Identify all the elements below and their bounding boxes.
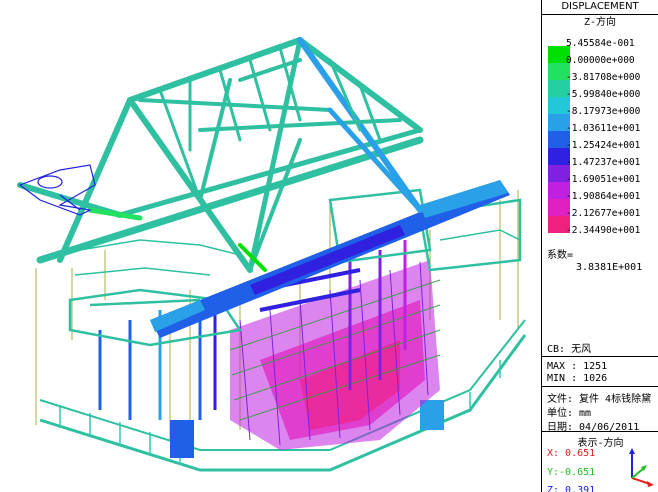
legend-value: -1.03611e+001	[566, 123, 641, 134]
file-name: 文件: 复件 4标钱除黛	[547, 394, 652, 405]
y-axis-value: Y:-0.651	[547, 467, 596, 478]
legend-value: -1.25424e+001	[566, 140, 641, 151]
divider	[542, 356, 658, 357]
legend-row: -1.69051e+001	[546, 174, 658, 199]
legend-title: DISPLACEMENT	[542, 0, 658, 15]
coefficient-label: 系数=	[547, 250, 574, 261]
legend-row: -2.12677e+001	[546, 208, 658, 233]
legend-component: Z-方向	[583, 17, 617, 28]
legend-row: 5.45584e-001	[546, 38, 658, 63]
structure-model-render	[17, 37, 527, 472]
roof-truss	[17, 37, 424, 273]
legend-row: -3.81708e+000	[546, 72, 658, 97]
legend-value: -3.81708e+000	[566, 72, 641, 83]
legend-row: -5.99840e+000	[546, 89, 658, 114]
legend-value: -5.99840e+000	[566, 89, 641, 100]
legend-row: -1.90864e+001	[546, 191, 658, 216]
legend-value: -1.47237e+001	[566, 157, 641, 168]
legend-row: -1.47237e+001	[546, 157, 658, 182]
legend-row: 0.00000e+000	[546, 55, 658, 80]
legend-row: -1.25424e+001	[546, 140, 658, 165]
min-node: MIN : 1026	[547, 373, 608, 384]
legend-row: -1.03611e+001	[546, 123, 658, 148]
coefficient-value: 3.8381E+001	[576, 262, 643, 273]
model-viewport[interactable]	[0, 0, 541, 492]
legend-panel: DISPLACEMENT Z-方向 5.45584e-001 0.00000e+0…	[541, 0, 658, 492]
max-node: MAX : 1251	[547, 361, 608, 372]
unit-label: 单位: mm	[547, 408, 592, 419]
x-axis-value: X: 0.651	[547, 448, 596, 459]
divider	[542, 431, 658, 432]
legend-value: 5.45584e-001	[566, 38, 635, 49]
axis-triad-icon	[629, 448, 654, 487]
legend-value: -2.34490e+001	[566, 225, 641, 236]
z-axis-value: Z: 0.391	[547, 485, 596, 492]
legend-row: -2.34490e+001	[546, 225, 658, 242]
legend-value: -1.90864e+001	[566, 191, 641, 202]
legend-value: 0.00000e+000	[566, 55, 635, 66]
legend-row: -8.17973e+000	[546, 106, 658, 131]
view-direction-title: 表示-方向	[577, 438, 624, 449]
legend-value: -8.17973e+000	[566, 106, 641, 117]
legend-value: -1.69051e+001	[566, 174, 641, 185]
divider	[542, 386, 658, 387]
load-case-label: CB: 无风	[547, 344, 592, 355]
legend-value: -2.12677e+001	[566, 208, 641, 219]
